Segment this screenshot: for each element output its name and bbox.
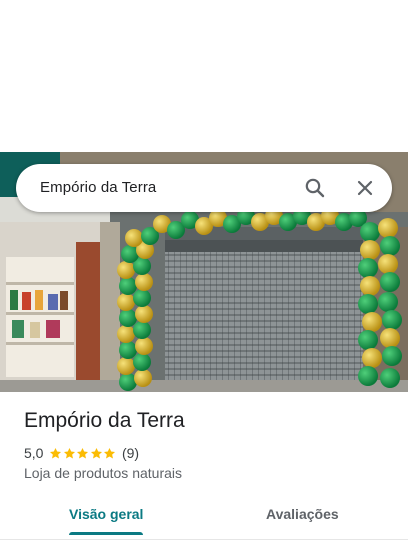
tab-divider	[0, 539, 408, 540]
tab-reviews[interactable]: Avaliações	[266, 495, 339, 535]
rating-row[interactable]: 5,0 (9)	[24, 444, 139, 462]
review-count[interactable]: (9)	[122, 445, 139, 461]
map-area-blank	[0, 0, 408, 152]
star-icon	[77, 447, 89, 458]
tab-overview[interactable]: Visão geral	[69, 495, 143, 535]
star-icon	[50, 447, 62, 458]
tab-selected-indicator	[69, 532, 143, 535]
star-icon	[104, 447, 116, 458]
search-bar[interactable]: Empório da Terra	[16, 164, 392, 212]
search-query-text[interactable]: Empório da Terra	[40, 164, 156, 212]
close-icon[interactable]	[353, 176, 377, 200]
place-title: Empório da Terra	[24, 409, 185, 432]
star-rating	[49, 447, 117, 460]
place-category: Loja de produtos naturais	[24, 465, 182, 481]
rating-value: 5,0	[24, 445, 44, 461]
tab-bar: Visão geral Avaliações	[0, 495, 408, 537]
star-icon	[63, 447, 75, 458]
search-icon[interactable]	[303, 176, 327, 200]
star-icon	[90, 447, 102, 458]
